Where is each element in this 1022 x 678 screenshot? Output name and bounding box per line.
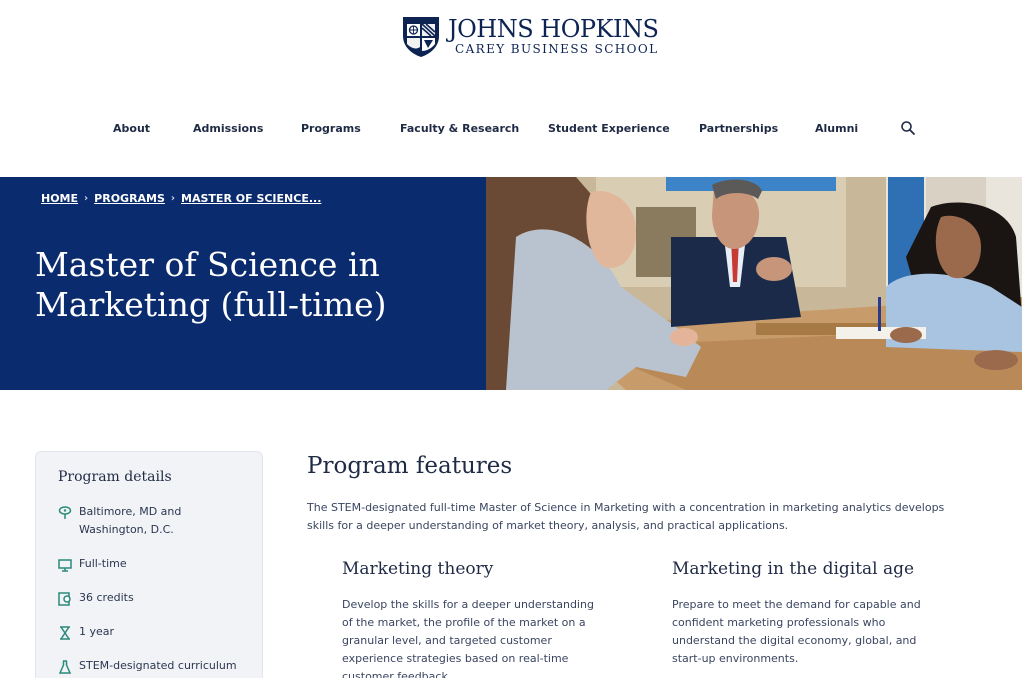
detail-stem: STEM-designated curriculum — [58, 659, 248, 675]
detail-text: Baltimore, MD and Washington, D.C. — [79, 505, 182, 536]
detail-text: STEM-designated curriculum — [79, 659, 237, 672]
breadcrumb-current[interactable]: MASTER OF SCIENCE... — [181, 192, 321, 205]
feature-text-marketing-theory: Develop the skills for a deeper understa… — [342, 598, 594, 678]
detail-location: Baltimore, MD and Washington, D.C. — [58, 505, 248, 539]
logo-name: JOHNS HOPKINS — [448, 15, 659, 43]
shield-logo-icon — [403, 17, 439, 57]
feature-title-marketing-theory: Marketing theory — [342, 559, 494, 579]
detail-text: Full-time — [79, 557, 127, 570]
sidebar-title: Program details — [58, 469, 172, 485]
map-pin-icon — [58, 506, 72, 519]
chevron-right-icon: › — [84, 193, 89, 204]
detail-format: Full-time — [58, 557, 248, 573]
program-details-card: Program details Baltimore, MD and Washin… — [35, 451, 263, 678]
page-title: Master of Science in Marketing (full-tim… — [35, 245, 387, 324]
hourglass-icon — [60, 626, 70, 640]
nav-item-partnerships[interactable]: Partnerships — [699, 122, 778, 135]
monitor-icon — [58, 559, 72, 572]
detail-text: 36 credits — [79, 591, 134, 604]
certificate-icon — [58, 592, 71, 606]
hero-photo — [486, 177, 1022, 390]
nav-item-admissions[interactable]: Admissions — [193, 122, 263, 135]
breadcrumb-programs[interactable]: PROGRAMS — [94, 192, 165, 205]
school-logo[interactable]: JOHNS HOPKINS CAREY BUSINESS SCHOOL — [400, 14, 659, 58]
search-icon[interactable] — [900, 120, 916, 136]
nav-item-alumni[interactable]: Alumni — [815, 122, 858, 135]
section-intro: The STEM-designated full-time Master of … — [307, 501, 945, 532]
breadcrumb: HOME › PROGRAMS › MASTER OF SCIENCE... — [41, 192, 321, 205]
nav-item-about[interactable]: About — [113, 122, 150, 135]
feature-text-digital-age: Prepare to meet the demand for capable a… — [672, 598, 921, 665]
section-title: Program features — [307, 453, 513, 479]
nav-item-faculty-research[interactable]: Faculty & Research — [400, 122, 519, 135]
logo-subtitle: CAREY BUSINESS SCHOOL — [455, 42, 659, 56]
chevron-right-icon: › — [170, 193, 176, 204]
detail-duration: 1 year — [58, 625, 248, 641]
detail-credits: 36 credits — [58, 591, 248, 607]
feature-title-digital-age: Marketing in the digital age — [672, 559, 915, 579]
hero-banner: HOME › PROGRAMS › MASTER OF SCIENCE... M… — [0, 177, 1022, 390]
nav-item-programs[interactable]: Programs — [301, 122, 361, 135]
breadcrumb-home[interactable]: HOME — [41, 192, 78, 205]
nav-item-student-experience[interactable]: Student Experience — [548, 122, 670, 135]
main-nav: About Admissions Programs Faculty & Rese… — [0, 120, 1022, 142]
hero-title-panel: HOME › PROGRAMS › MASTER OF SCIENCE... M… — [0, 177, 486, 390]
flask-icon — [58, 660, 72, 674]
detail-text: 1 year — [79, 625, 115, 638]
